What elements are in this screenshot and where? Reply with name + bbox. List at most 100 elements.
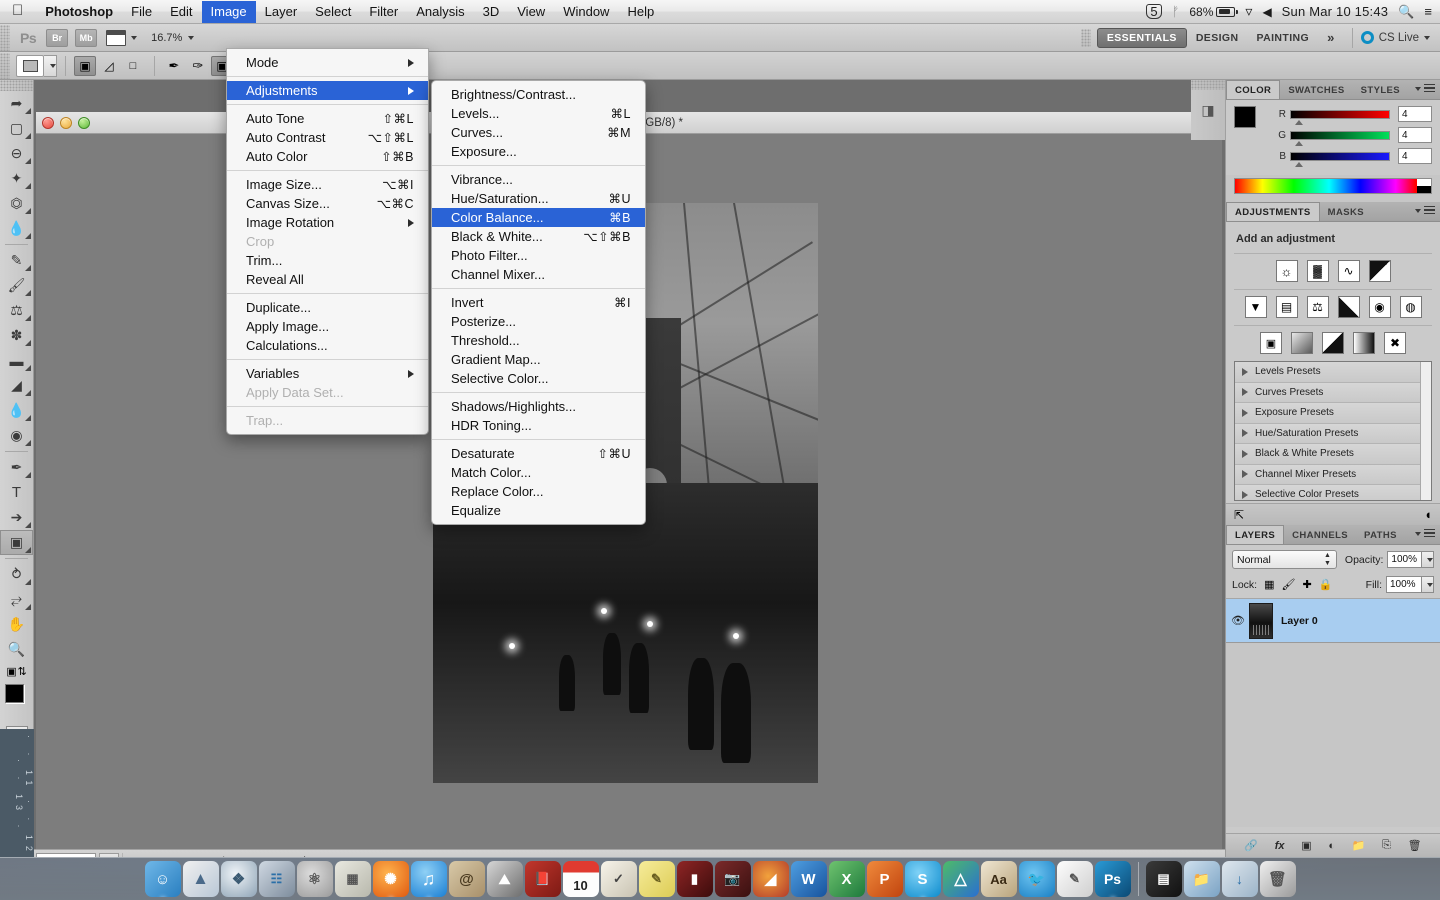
swap-colors-icon[interactable]: ⇅ <box>17 665 26 678</box>
matlab-icon[interactable]: ◢ <box>753 861 789 897</box>
preview-icon[interactable]: ▲ <box>183 861 219 897</box>
photoshop-icon[interactable]: Ps <box>1095 861 1131 897</box>
workspace-essentials[interactable]: ESSENTIALS <box>1097 28 1187 48</box>
menu-item-apply-image[interactable]: Apply Image... <box>227 317 428 336</box>
menu-item-photo-filter[interactable]: Photo Filter... <box>432 246 645 265</box>
menu-item-channel-mixer[interactable]: Channel Mixer... <box>432 265 645 284</box>
menu-item-threshold[interactable]: Threshold... <box>432 331 645 350</box>
color-panel-fgbg[interactable] <box>1234 106 1268 140</box>
menu-item-black-and-white[interactable]: Black & White...⌥⇧⌘B <box>432 227 645 246</box>
preset-hue-saturation[interactable]: Hue/Saturation Presets <box>1235 424 1431 445</box>
menu-item-reveal-all[interactable]: Reveal All <box>227 270 428 289</box>
exposure-icon[interactable] <box>1369 260 1391 282</box>
invert-icon[interactable]: ▣ <box>1260 332 1282 354</box>
launch-bridge-button[interactable]: Br <box>46 29 68 47</box>
menu-bar-clock[interactable]: Sun Mar 10 15:43 <box>1282 4 1389 19</box>
tool-preset-picker[interactable] <box>44 55 57 77</box>
launchpad-icon[interactable]: ⚛ <box>297 861 333 897</box>
trash-icon[interactable]: 🗑 <box>1260 861 1296 897</box>
wifi-icon[interactable]: ▿ <box>1245 3 1252 20</box>
rectangle-tool[interactable]: ▣ <box>0 530 33 555</box>
active-tool-preset-icon[interactable] <box>16 55 44 77</box>
selective-color-icon[interactable]: ✖ <box>1384 332 1406 354</box>
menu-item-adjustments[interactable]: Adjustments <box>227 81 428 100</box>
cs-live-button[interactable]: CS Live <box>1361 31 1430 44</box>
presets-scrollbar[interactable] <box>1420 362 1431 500</box>
horizontal-type-tool[interactable]: T <box>0 480 33 505</box>
color-panel-foreground-swatch[interactable] <box>1234 106 1256 128</box>
opacity-stepper-icon[interactable] <box>1422 551 1434 568</box>
adjustments-panel-menu-button[interactable] <box>1410 206 1435 216</box>
menu-item-vibrance[interactable]: Vibrance... <box>432 170 645 189</box>
tab-layers[interactable]: LAYERS <box>1226 525 1284 544</box>
eraser-tool[interactable]: ▬ <box>0 348 33 373</box>
3d-orbit-tool[interactable]: ⥂ <box>0 587 33 612</box>
workspace-grip[interactable] <box>1081 29 1091 47</box>
layer-thumbnail[interactable] <box>1249 603 1273 639</box>
curves-icon[interactable]: ∿ <box>1338 260 1360 282</box>
pen-tool-button[interactable]: ✒ <box>163 56 185 76</box>
safari-icon[interactable]: ❖ <box>221 861 257 897</box>
default-colors-icon[interactable]: ▣ <box>6 665 16 678</box>
gradient-map-icon[interactable] <box>1353 332 1375 354</box>
menu-item-equalize[interactable]: Equalize <box>432 501 645 520</box>
adjustments-submenu[interactable]: Brightness/Contrast... Levels...⌘L Curve… <box>431 80 646 525</box>
google-drive-icon[interactable]: △ <box>943 861 979 897</box>
menu-image[interactable]: Image <box>202 1 256 23</box>
calculator-icon[interactable]: ▦ <box>335 861 371 897</box>
iphoto-icon[interactable]: ⛰ <box>487 861 523 897</box>
menu-item-trim[interactable]: Trim... <box>227 251 428 270</box>
dodge-tool[interactable]: ◉ <box>0 423 33 448</box>
blend-mode-select[interactable]: Normal ▲▼ <box>1232 550 1337 569</box>
hue-saturation-icon[interactable]: ▤ <box>1276 296 1298 318</box>
apple-icon[interactable]:  <box>0 3 36 18</box>
tab-color[interactable]: COLOR <box>1226 80 1280 99</box>
dictionary-aa-icon[interactable]: Aa <box>981 861 1017 897</box>
hand-tool[interactable]: ✋ <box>0 612 33 637</box>
s-shield-icon[interactable]: 5 <box>1146 4 1161 19</box>
menu-item-image-rotation[interactable]: Image Rotation <box>227 213 428 232</box>
zoom-window-button[interactable] <box>78 117 90 129</box>
layer-name[interactable]: Layer 0 <box>1281 615 1318 627</box>
view-extras-button[interactable] <box>106 30 137 46</box>
channel-slider-r[interactable] <box>1290 110 1390 119</box>
freeform-pen-tool-button[interactable]: ✑ <box>187 56 209 76</box>
crop-tool[interactable]: ⏣ <box>0 191 33 216</box>
shape-layers-mode-button[interactable]: ▣ <box>74 56 96 76</box>
menu-window[interactable]: Window <box>554 1 618 23</box>
channel-slider-b[interactable] <box>1290 152 1390 161</box>
workspace-design[interactable]: DESIGN <box>1187 29 1248 47</box>
zoom-tool[interactable]: 🔍 <box>0 637 33 662</box>
panel-collapse-strip[interactable]: ◨ <box>1191 80 1226 140</box>
menu-select[interactable]: Select <box>306 1 360 23</box>
tab-adjustments[interactable]: ADJUSTMENTS <box>1226 202 1320 221</box>
toolbox-grip[interactable] <box>0 80 33 91</box>
color-spectrum-ramp[interactable] <box>1226 178 1440 202</box>
menu-item-selective-color[interactable]: Selective Color... <box>432 369 645 388</box>
screen-sharing-icon[interactable]: ☷ <box>259 861 295 897</box>
pen-tool[interactable]: ✒ <box>0 455 33 480</box>
menu-item-exposure[interactable]: Exposure... <box>432 142 645 161</box>
black-and-white-icon[interactable] <box>1338 296 1360 318</box>
brightness-contrast-icon[interactable]: ☼ <box>1276 260 1298 282</box>
history-brush-tool[interactable]: ✽ <box>0 323 33 348</box>
channel-slider-g[interactable] <box>1290 131 1390 140</box>
menu-item-replace-color[interactable]: Replace Color... <box>432 482 645 501</box>
menu-item-duplicate[interactable]: Duplicate... <box>227 298 428 317</box>
tab-paths[interactable]: PATHS <box>1356 526 1405 544</box>
quick-selection-tool[interactable]: ✦ <box>0 166 33 191</box>
toggle-layer-visibility-icon[interactable]: ◖ <box>1424 507 1432 522</box>
menu-item-hdr-toning[interactable]: HDR Toning... <box>432 416 645 435</box>
spotlight-search-icon[interactable]: 🔍 <box>1398 4 1414 20</box>
tab-masks[interactable]: MASKS <box>1320 203 1372 221</box>
menu-layer[interactable]: Layer <box>256 1 307 23</box>
menu-item-image-size[interactable]: Image Size...⌥⌘I <box>227 175 428 194</box>
keynote-icon[interactable]: ▮ <box>677 861 713 897</box>
paint-bucket-tool[interactable]: ◢ <box>0 373 33 398</box>
fill-value-field[interactable]: 100% <box>1386 576 1422 593</box>
menu-item-match-color[interactable]: Match Color... <box>432 463 645 482</box>
path-selection-tool[interactable]: ➔ <box>0 505 33 530</box>
levels-icon[interactable]: ▓ <box>1307 260 1329 282</box>
adjustment-presets-list[interactable]: Levels Presets Curves Presets Exposure P… <box>1234 361 1432 501</box>
layer-row-layer-0[interactable]: 👁 Layer 0 <box>1226 599 1440 643</box>
